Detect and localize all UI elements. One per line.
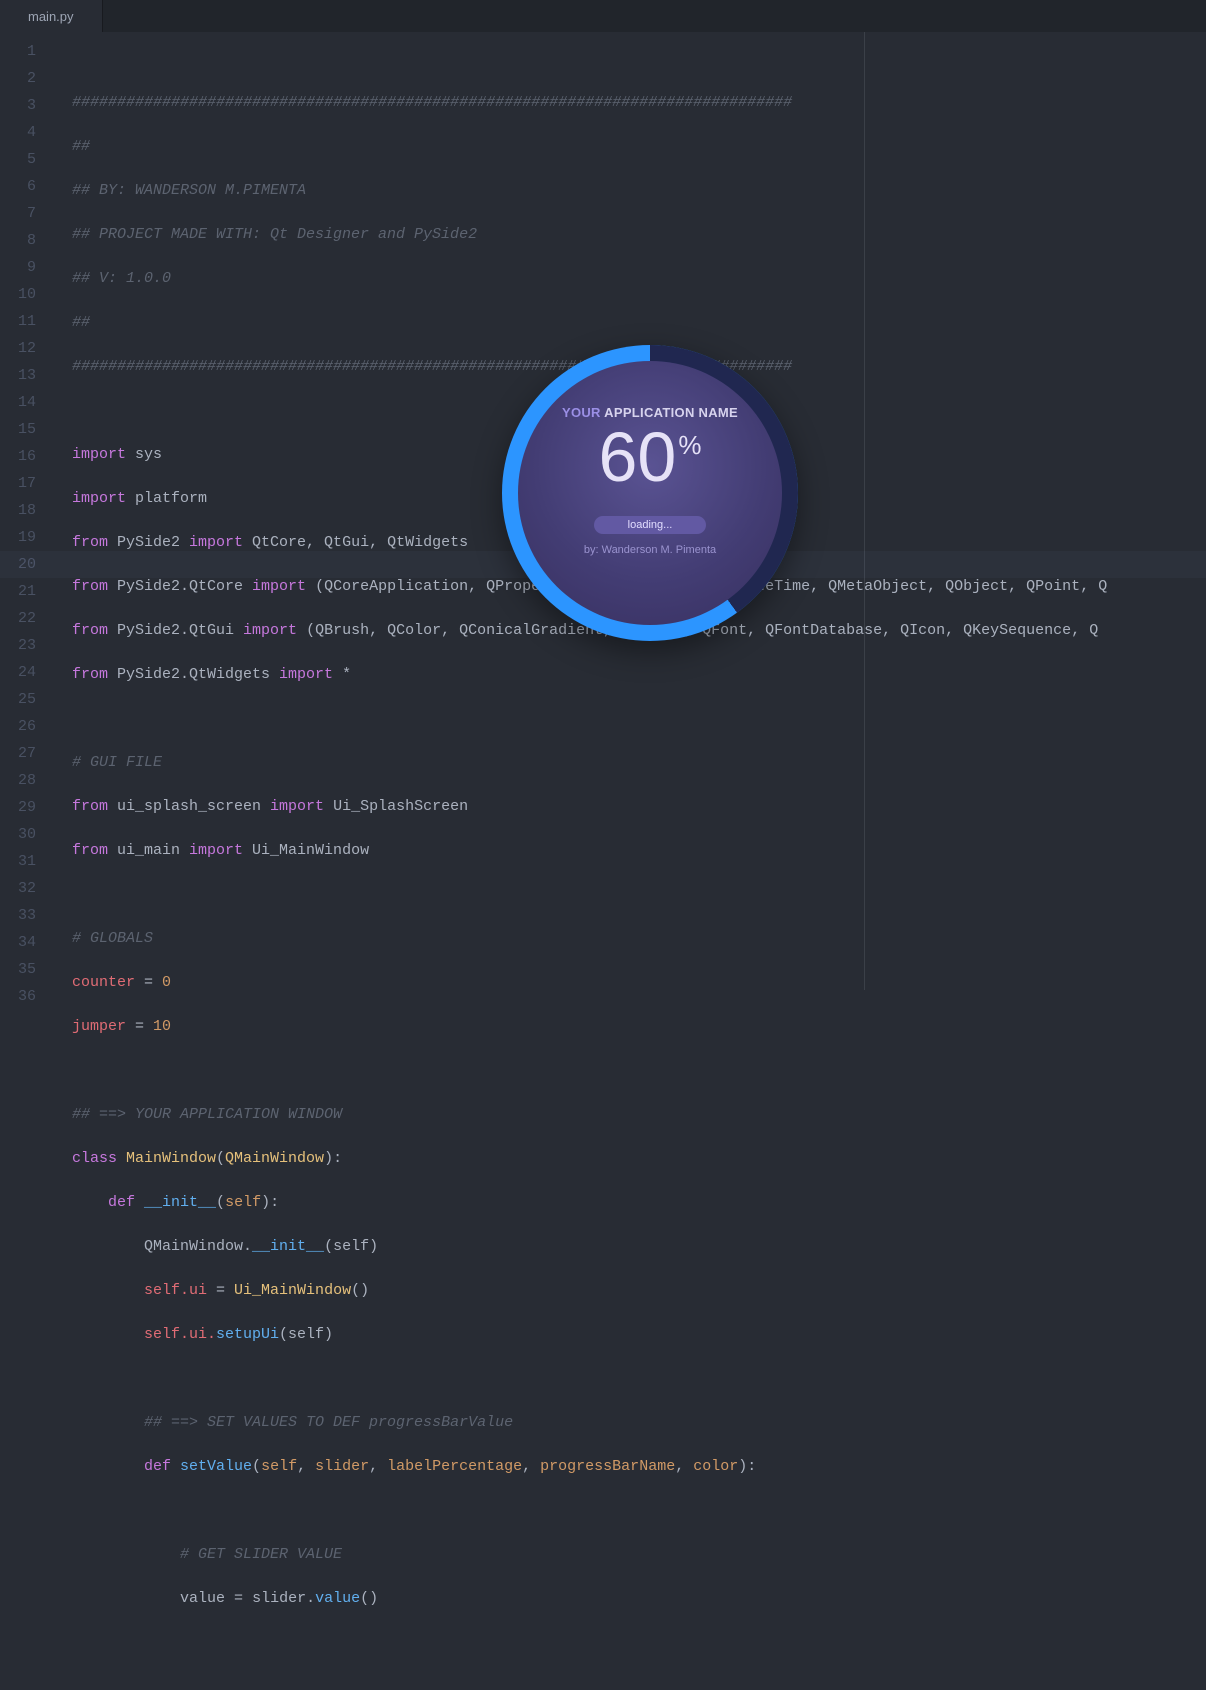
splash-author: by: Wanderson M. Pimenta [584, 544, 716, 556]
code-line [72, 1629, 1206, 1656]
line-number: 4 [0, 119, 50, 146]
splash-screen: YOUR APPLICATION NAME 60% loading... by:… [502, 345, 798, 641]
line-number: 26 [0, 713, 50, 740]
line-number: 32 [0, 875, 50, 902]
code-line: QMainWindow.__init__(self) [72, 1233, 1206, 1260]
code-line: from ui_splash_screen import Ui_SplashSc… [72, 793, 1206, 820]
line-number: 28 [0, 767, 50, 794]
line-number: 16 [0, 443, 50, 470]
line-number: 33 [0, 902, 50, 929]
code-line: self.ui = Ui_MainWindow() [72, 1277, 1206, 1304]
code-line: ## [72, 133, 1206, 160]
line-number: 2 [0, 65, 50, 92]
code-line: from ui_main import Ui_MainWindow [72, 837, 1206, 864]
line-number: 24 [0, 659, 50, 686]
line-number: 12 [0, 335, 50, 362]
tab-title: main.py [28, 9, 74, 24]
tab-main-py[interactable]: main.py [0, 0, 103, 32]
code-line: ########################################… [72, 89, 1206, 116]
line-number: 14 [0, 389, 50, 416]
code-line: counter = 0 [72, 969, 1206, 996]
code-line [72, 881, 1206, 908]
code-line: jumper = 10 [72, 1013, 1206, 1040]
line-number: 23 [0, 632, 50, 659]
code-line: ## PROJECT MADE WITH: Qt Designer and Py… [72, 221, 1206, 248]
code-line: value = slider.value() [72, 1585, 1206, 1612]
code-line: class MainWindow(QMainWindow): [72, 1145, 1206, 1172]
line-number: 19 [0, 524, 50, 551]
code-line: def __init__(self): [72, 1189, 1206, 1216]
line-number: 21 [0, 578, 50, 605]
code-line: ## ==> SET VALUES TO DEF progressBarValu… [72, 1409, 1206, 1436]
line-number: 30 [0, 821, 50, 848]
gutter: 1 2 3 4 5 6 7 8 9 10 11 12 13 14 15 16 1… [0, 32, 50, 990]
line-number: 11 [0, 308, 50, 335]
line-number: 25 [0, 686, 50, 713]
splash-loading-label: loading... [594, 516, 707, 534]
ruler-88 [864, 32, 865, 990]
line-number: 34 [0, 929, 50, 956]
splash-percentage: 60% [599, 422, 702, 492]
code-line: # GUI FILE [72, 749, 1206, 776]
code-line: # GET SLIDER VALUE [72, 1541, 1206, 1568]
line-number: 18 [0, 497, 50, 524]
code-line [72, 1365, 1206, 1392]
line-number: 10 [0, 281, 50, 308]
line-number: 27 [0, 740, 50, 767]
line-number: 29 [0, 794, 50, 821]
line-number: 9 [0, 254, 50, 281]
code-line: from PySide2.QtWidgets import * [72, 661, 1206, 688]
line-number: 1 [0, 38, 50, 65]
line-number: 8 [0, 227, 50, 254]
line-number: 6 [0, 173, 50, 200]
code-line: self.ui.setupUi(self) [72, 1321, 1206, 1348]
line-number: 15 [0, 416, 50, 443]
line-number: 22 [0, 605, 50, 632]
splash-inner-circle: YOUR APPLICATION NAME 60% loading... by:… [518, 361, 782, 625]
code-line [72, 1057, 1206, 1084]
line-number: 13 [0, 362, 50, 389]
code-line: # GLOBALS [72, 925, 1206, 952]
code-line: ## [72, 309, 1206, 336]
code-line [72, 705, 1206, 732]
code-line: ## BY: WANDERSON M.PIMENTA [72, 177, 1206, 204]
line-number: 7 [0, 200, 50, 227]
code-line: ## ==> YOUR APPLICATION WINDOW [72, 1101, 1206, 1128]
code-line: ## V: 1.0.0 [72, 265, 1206, 292]
line-number: 5 [0, 146, 50, 173]
line-number: 35 [0, 956, 50, 983]
line-number: 3 [0, 92, 50, 119]
code-line [72, 1497, 1206, 1524]
line-number: 31 [0, 848, 50, 875]
code-line: def setValue(self, slider, labelPercenta… [72, 1453, 1206, 1480]
line-number: 17 [0, 470, 50, 497]
tab-bar: main.py [0, 0, 1206, 32]
line-number: 36 [0, 983, 50, 1010]
